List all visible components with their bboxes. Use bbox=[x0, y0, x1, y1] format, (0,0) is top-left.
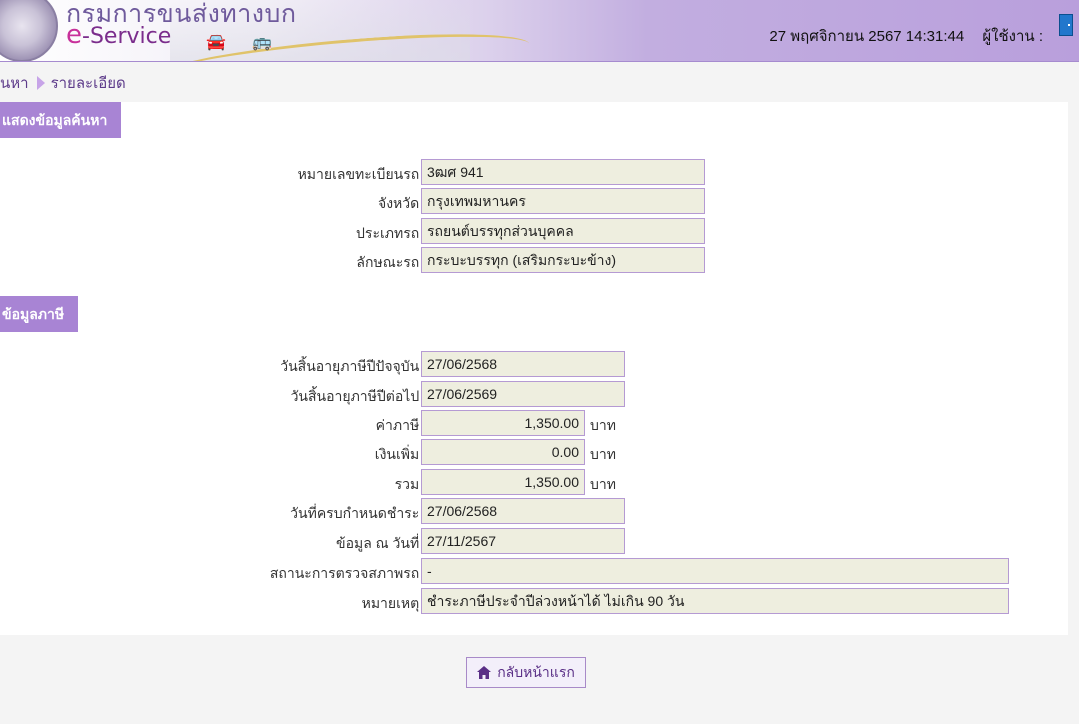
field-plate: 3ฒศ 941 bbox=[421, 159, 705, 185]
bus-icon: 🚌 bbox=[252, 32, 272, 51]
label-remark: หมายเหตุ : bbox=[361, 595, 427, 611]
logo-service: -Service bbox=[82, 24, 172, 49]
field-province: กรุงเทพมหานคร bbox=[421, 188, 705, 214]
field-vehicle-body: กระบะบรรทุก (เสริมกระบะข้าง) bbox=[421, 247, 705, 273]
unit-surcharge: บาท bbox=[590, 446, 616, 462]
section-title-tax: ข้อมูลภาษี bbox=[0, 296, 79, 332]
field-tax-expiry-current: 27/06/2568 bbox=[421, 351, 625, 377]
section-title-search: แสดงข้อมูลค้นหา bbox=[0, 102, 122, 138]
field-vehicle-type: รถยนต์บรรทุกส่วนบุคคล bbox=[421, 218, 705, 244]
logo-eservice-text: e-Service bbox=[66, 20, 171, 50]
label-data-as-of: ข้อมูล ณ วันที่ : bbox=[336, 535, 427, 551]
department-seal-logo bbox=[0, 0, 58, 61]
field-tax-amount: 1,350.00 bbox=[421, 410, 585, 436]
field-remark: ชำระภาษีประจำปีล่วงหน้าได้ ไม่เกิน 90 วั… bbox=[421, 588, 1009, 614]
field-total: 1,350.00 bbox=[421, 469, 585, 495]
label-inspection-status: สถานะการตรวจสภาพรถ : bbox=[269, 565, 427, 581]
label-tax-amount: ค่าภาษี : bbox=[375, 417, 427, 433]
field-tax-expiry-next: 27/06/2569 bbox=[421, 381, 625, 407]
logout-door-icon[interactable] bbox=[1059, 14, 1073, 36]
app-header: กรมการขนส่งทางบก e-Service 🚘 🚌 27 พฤศจิก… bbox=[0, 0, 1079, 62]
car-icon: 🚘 bbox=[206, 32, 226, 51]
label-tax-expiry-current: วันสิ้นอายุภาษีปีปัจจุบัน : bbox=[280, 358, 427, 374]
home-icon bbox=[477, 666, 492, 679]
label-vehicle-body: ลักษณะรถ : bbox=[356, 254, 427, 270]
user-label: ผู้ใช้งาน : bbox=[982, 28, 1043, 45]
unit-total: บาท bbox=[590, 476, 616, 492]
home-button[interactable]: กลับหน้าแรก bbox=[466, 657, 586, 688]
unit-tax-amount: บาท bbox=[590, 417, 616, 433]
field-inspection-status: - bbox=[421, 558, 1009, 584]
label-vehicle-type: ประเภทรถ : bbox=[356, 225, 427, 241]
breadcrumb-detail: รายละเอียด bbox=[50, 75, 126, 92]
logo-e: e bbox=[66, 20, 82, 50]
label-due-date: วันที่ครบกำหนดชำระ : bbox=[290, 505, 427, 521]
label-surcharge: เงินเพิ่ม : bbox=[374, 446, 427, 462]
breadcrumb: นหา รายละเอียด bbox=[0, 71, 126, 95]
label-tax-expiry-next: วันสิ้นอายุภาษีปีต่อไป : bbox=[290, 388, 427, 404]
label-province: จังหวัด : bbox=[378, 195, 427, 211]
breadcrumb-search-link[interactable]: นหา bbox=[0, 75, 29, 92]
label-plate: หมายเลขทะเบียนรถ : bbox=[297, 166, 427, 182]
breadcrumb-arrow-icon bbox=[36, 76, 45, 90]
field-data-as-of: 27/11/2567 bbox=[421, 528, 625, 554]
home-button-label: กลับหน้าแรก bbox=[497, 663, 575, 680]
datetime-text: 27 พฤศจิกายน 2567 14:31:44 bbox=[769, 28, 965, 45]
field-surcharge: 0.00 bbox=[421, 439, 585, 465]
field-due-date: 27/06/2568 bbox=[421, 498, 625, 524]
header-info: 27 พฤศจิกายน 2567 14:31:44 ผู้ใช้งาน : bbox=[769, 24, 1043, 48]
